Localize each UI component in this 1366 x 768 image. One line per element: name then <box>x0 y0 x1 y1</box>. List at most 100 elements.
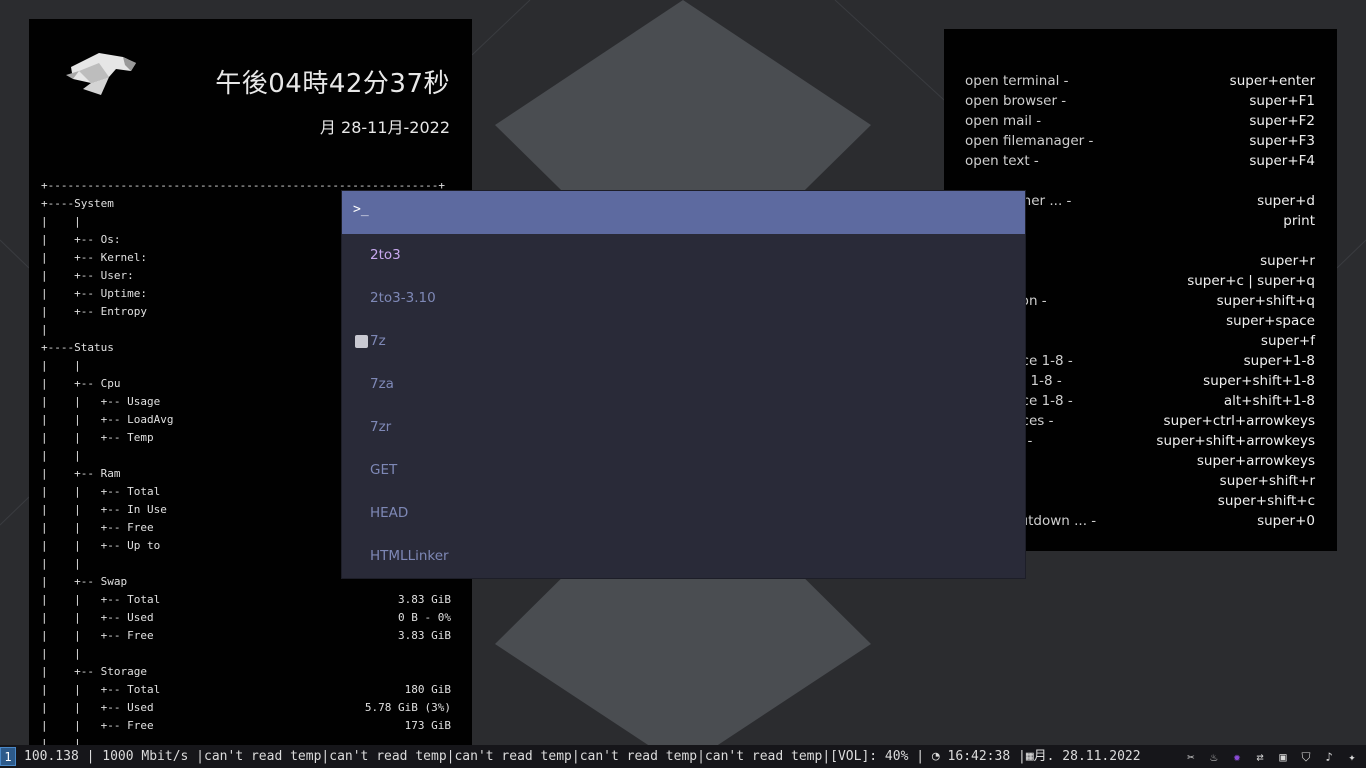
keybinding-keys: super+f <box>1260 333 1315 349</box>
tree-label: | +-- Storage <box>41 665 147 678</box>
tree-line: | | <box>41 645 451 663</box>
workspace-1-button[interactable]: 1 <box>0 747 16 766</box>
keybinding-keys: super+F1 <box>1249 93 1315 109</box>
keybinding-keys: super+F2 <box>1249 113 1315 129</box>
tree-label: | +-- User: <box>41 269 134 282</box>
launcher-item-label: GET <box>370 462 398 478</box>
gear-icon[interactable]: ✹ <box>1229 749 1245 765</box>
keybinding-keys: super+F3 <box>1249 133 1315 149</box>
tree-label: | | <box>41 737 81 745</box>
app-launcher[interactable]: >_ 2to3 2to3-3.10 7z 7za 7zr GET HEAD HTMLLinke… <box>342 191 1025 578</box>
keybinding-keys: super+F4 <box>1249 153 1315 169</box>
keybinding-keys: print <box>1283 213 1315 229</box>
launcher-item-label: HEAD <box>370 505 409 521</box>
tree-value: 3.83 GiB <box>398 629 451 642</box>
status-bar: 1 100.138 | 1000 Mbit/s |can't read temp… <box>0 745 1366 768</box>
tree-label: | | <box>41 449 81 462</box>
tree-label: | | +-- Used <box>41 611 154 624</box>
keybinding-keys: super+space <box>1226 313 1315 329</box>
keybinding-keys: super+shift+c <box>1217 493 1315 509</box>
tree-label: | | <box>41 359 81 372</box>
keybinding-row: open text - super+F4 <box>965 151 1315 171</box>
tree-label: | +-- Cpu <box>41 377 121 390</box>
keybinding-row: open terminal - super+enter <box>965 71 1315 91</box>
eagle-logo-icon <box>66 53 136 95</box>
chat-icon[interactable]: ▣ <box>1275 749 1291 765</box>
tree-label: | | +-- LoadAvg <box>41 413 174 426</box>
tree-label: | | +-- Usage <box>41 395 161 408</box>
tree-label: | <box>41 323 48 336</box>
keybinding-keys: super+ctrl+arrowkeys <box>1163 413 1315 429</box>
tree-label: | | <box>41 215 81 228</box>
launcher-item-label: 2to3 <box>370 247 401 263</box>
keybinding-keys: super+shift+1-8 <box>1203 373 1315 389</box>
keybinding-row: open browser - super+F1 <box>965 91 1315 111</box>
tree-value: 180 GiB <box>404 683 451 696</box>
share-icon[interactable]: ⇄ <box>1252 749 1268 765</box>
tree-label: | | +-- Free <box>41 719 154 732</box>
archive-icon <box>355 335 368 348</box>
tree-label: | +-- Entropy <box>41 305 147 318</box>
volume-icon[interactable]: ♪ <box>1321 749 1337 765</box>
tree-line: | | +-- Used 5.78 GiB (3%) <box>41 699 451 717</box>
clock-time: 午後04時42分37秒 <box>215 69 450 99</box>
tree-label: | | +-- Free <box>41 521 154 534</box>
tree-label: | +-- Ram <box>41 467 121 480</box>
tree-value: 0 B - 0% <box>398 611 451 624</box>
tree-label: | | <box>41 647 81 660</box>
launcher-search-input[interactable]: >_ <box>342 191 1025 234</box>
launcher-item[interactable]: GET <box>342 449 1025 492</box>
tree-label: +----Status <box>41 341 114 354</box>
tree-label: | | +-- Temp <box>41 431 154 444</box>
launcher-item[interactable]: 7z <box>342 320 1025 363</box>
keybinding-row <box>965 171 1315 191</box>
tree-label: | | +-- Total <box>41 593 161 606</box>
keybinding-keys: super+c | super+q <box>1187 273 1315 289</box>
launcher-item[interactable]: 2to3 <box>342 234 1025 277</box>
tree-label: | +-- Swap <box>41 575 128 588</box>
launcher-item[interactable]: 7zr <box>342 406 1025 449</box>
tree-line: | | <box>41 735 451 745</box>
clock-date: 月 28-11月-2022 <box>319 118 450 137</box>
launcher-item[interactable]: HEAD <box>342 492 1025 535</box>
keybinding-action: open terminal - <box>965 73 1069 89</box>
launcher-item-label: 7zr <box>370 419 392 435</box>
keybinding-action: open browser - <box>965 93 1067 109</box>
keybinding-keys: super+shift+r <box>1219 473 1315 489</box>
system-tray: ✂ ♨ ✹ ⇄ ▣ ⛉ ♪ ✦ <box>1183 745 1360 768</box>
tree-value: 3.83 GiB <box>398 593 451 606</box>
keybinding-keys: alt+shift+1-8 <box>1223 393 1315 409</box>
launcher-item-label: HTMLLinker <box>370 548 449 564</box>
status-segments: 100.138 | 1000 Mbit/s |can't read temp|c… <box>24 749 1141 764</box>
tree-line: | | +-- Total 3.83 GiB <box>41 591 451 609</box>
lightbulb-icon[interactable]: ✦ <box>1344 749 1360 765</box>
keybinding-keys: super+d <box>1257 193 1315 209</box>
tree-label: | | +-- Total <box>41 683 161 696</box>
keybinding-keys: super+enter <box>1229 73 1315 89</box>
keybinding-keys: super+shift+q <box>1216 293 1315 309</box>
launcher-item[interactable]: 2to3-3.10 <box>342 277 1025 320</box>
launcher-item-label: 7z <box>370 333 386 349</box>
tree-label: | +-- Kernel: <box>41 251 147 264</box>
tree-label: | | +-- Total <box>41 485 161 498</box>
tree-label: | | +-- Used <box>41 701 154 714</box>
scissors-icon[interactable]: ✂ <box>1183 749 1199 765</box>
launcher-item-label: 7za <box>370 376 394 392</box>
launcher-results: 2to3 2to3-3.10 7z 7za 7zr GET HEAD HTMLLinker <box>342 234 1025 578</box>
keybinding-keys: super+shift+arrowkeys <box>1156 433 1315 449</box>
tree-label: | | <box>41 557 81 570</box>
tree-line: | | +-- Used 0 B - 0% <box>41 609 451 627</box>
tree-value: 5.78 GiB (3%) <box>364 701 451 714</box>
launcher-item-label: 2to3-3.10 <box>370 290 436 306</box>
flame-icon[interactable]: ♨ <box>1206 749 1222 765</box>
tree-line: | | +-- Free 173 GiB <box>41 717 451 735</box>
tree-line: | +-- Storage <box>41 663 451 681</box>
tree-label: | | +-- Free <box>41 629 154 642</box>
keybinding-action: open text - <box>965 153 1039 169</box>
keybinding-row: open mail - super+F2 <box>965 111 1315 131</box>
shield-icon[interactable]: ⛉ <box>1298 749 1314 765</box>
tree-line: | | +-- Total 180 GiB <box>41 681 451 699</box>
keybinding-keys: super+0 <box>1257 513 1315 529</box>
launcher-item[interactable]: 7za <box>342 363 1025 406</box>
launcher-item[interactable]: HTMLLinker <box>342 535 1025 578</box>
